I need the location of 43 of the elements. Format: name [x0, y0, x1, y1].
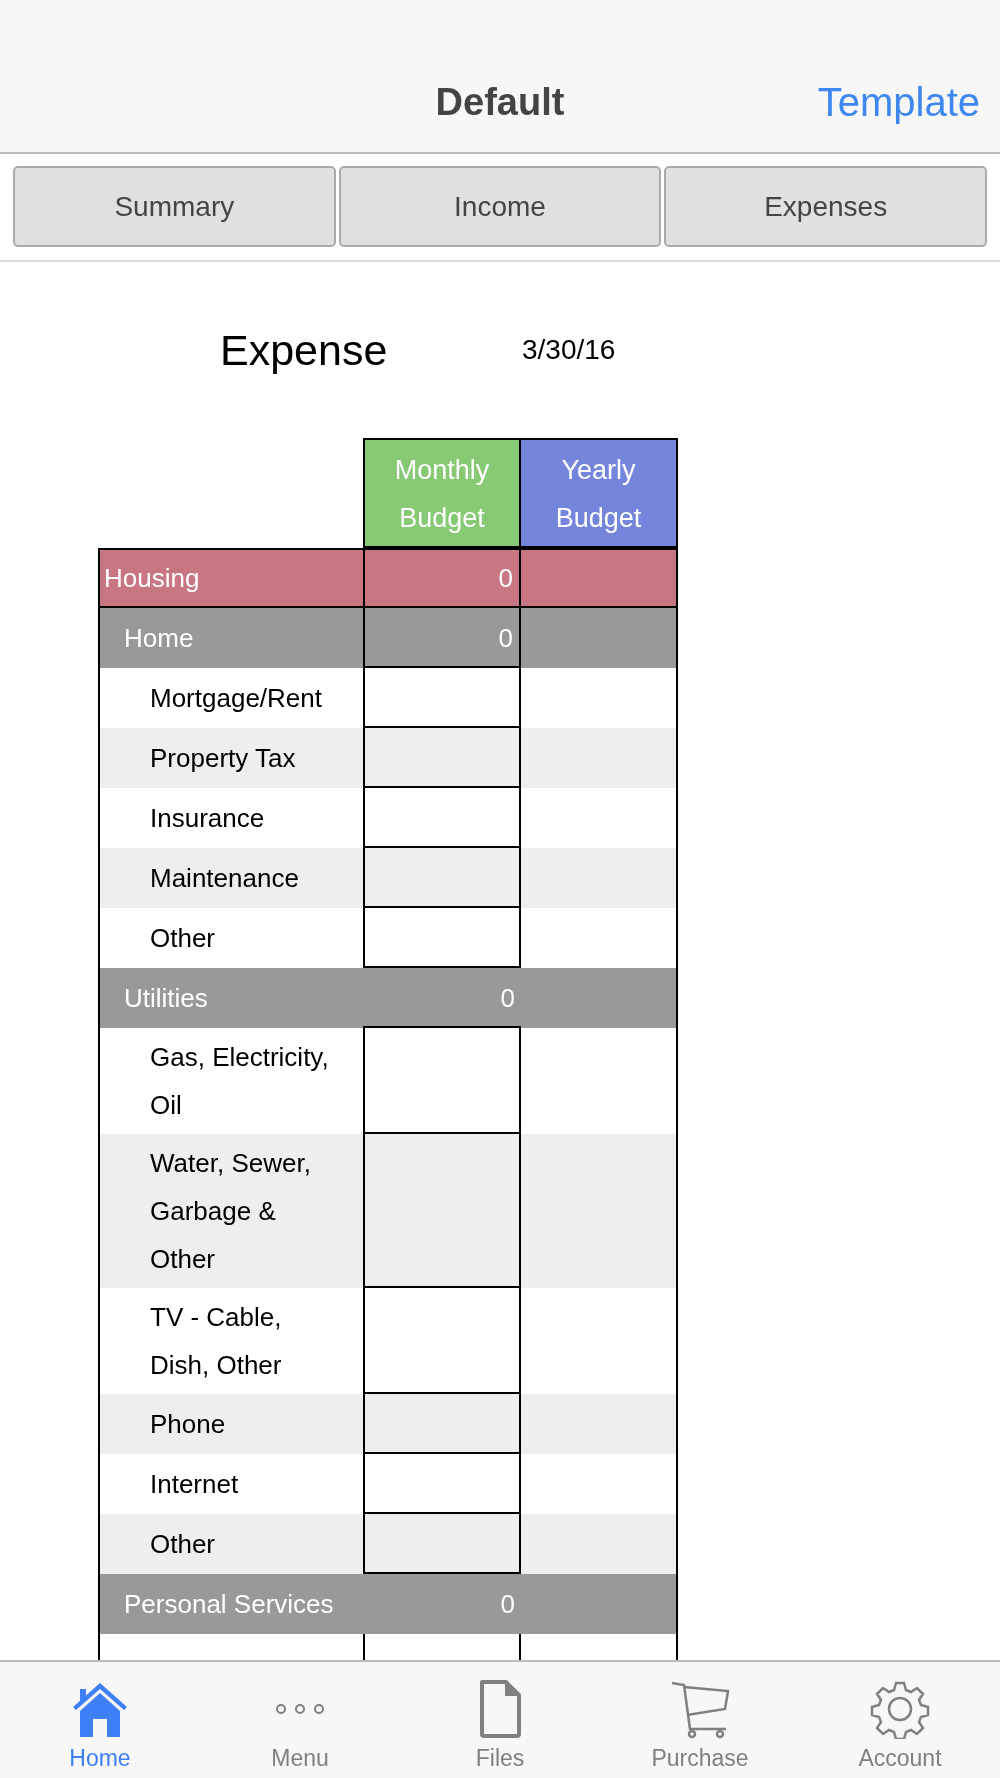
item-label: Insurance: [150, 802, 265, 835]
amount-field[interactable]: [363, 906, 521, 968]
template-link[interactable]: Template: [817, 80, 980, 125]
cart-icon: [670, 1679, 730, 1739]
item-label: Phone: [150, 1408, 226, 1441]
item-label: Mortgage/Rent: [150, 682, 322, 715]
amount-field[interactable]: [363, 726, 521, 788]
amount-field[interactable]: [363, 1392, 521, 1454]
total-value: 0: [498, 622, 513, 654]
total-value: 0: [500, 1588, 515, 1620]
item-label: Water, Sewer, Garbage & Other: [150, 1147, 311, 1276]
file-icon: [478, 1679, 522, 1739]
tab-bar-item[interactable]: Menu: [200, 1662, 400, 1778]
group-label: Personal Services: [124, 1588, 334, 1621]
tab-bar-item[interactable]: Account: [800, 1662, 1000, 1778]
tab-bar-item[interactable]: Purchase: [600, 1662, 800, 1778]
total-value: 0: [498, 562, 513, 594]
column-header: Yearly Budget: [521, 438, 678, 548]
total-value: 0: [500, 982, 515, 1014]
sheet-date: 3/30/16: [522, 334, 616, 366]
tab-bar-item[interactable]: Home: [0, 1662, 200, 1778]
amount-field[interactable]: [363, 846, 521, 908]
item-label: Other: [150, 922, 216, 955]
column-header: Monthly Budget: [363, 438, 521, 548]
group-label: Home: [124, 622, 194, 655]
amount-field[interactable]: [363, 1132, 521, 1288]
segment-tab[interactable]: Summary: [13, 166, 336, 247]
item-label: Property Tax: [150, 742, 296, 775]
item-label: Gas, Electricity, Oil: [150, 1041, 329, 1122]
category-label: Housing: [104, 562, 200, 595]
item-label: Other: [150, 1528, 216, 1561]
item-label: Maintenance: [150, 862, 299, 895]
sheet-title: Expense: [220, 325, 389, 375]
item-label: Internet: [150, 1468, 239, 1501]
item-label: TV - Cable, Dish, Other: [150, 1301, 282, 1382]
segment-tab[interactable]: Income: [338, 166, 662, 247]
screen-title: Default: [435, 81, 565, 123]
group-label: Utilities: [124, 982, 208, 1015]
segment-tab[interactable]: Expenses: [664, 166, 987, 247]
settings-icon: [870, 1679, 930, 1739]
tab-bar-item[interactable]: Files: [400, 1662, 600, 1778]
more-icon: [275, 1701, 325, 1717]
amount-field[interactable]: [363, 1512, 521, 1574]
